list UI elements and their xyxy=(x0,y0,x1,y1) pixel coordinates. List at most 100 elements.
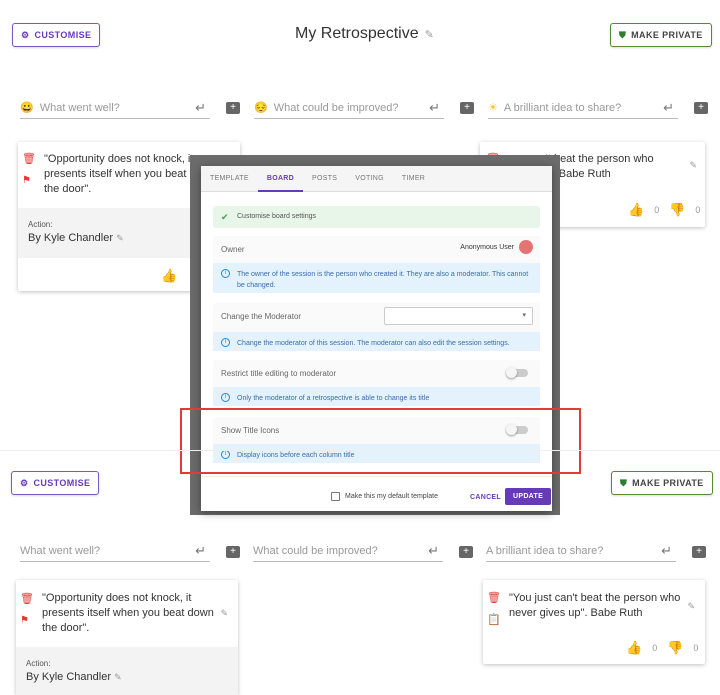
add-column-button[interactable]: + xyxy=(226,102,240,114)
column-1-placeholder: What went well? xyxy=(39,101,120,114)
enter-icon[interactable]: ↵ xyxy=(195,100,206,116)
info-icon: i xyxy=(221,269,230,278)
thumbs-down-icon[interactable]: 👎 xyxy=(669,202,685,218)
add-column-button[interactable]: + xyxy=(694,102,708,114)
restrict-toggle[interactable] xyxy=(506,367,528,378)
update-button[interactable]: UPDATE xyxy=(505,488,552,505)
action-value: By Kyle Chandler ✎ xyxy=(26,671,122,683)
enter-icon[interactable]: ↵ xyxy=(663,100,674,116)
gear-icon: ⚙ xyxy=(21,29,30,40)
card-text-line: "Opportunity does not knock, it xyxy=(42,592,192,604)
pencil-icon[interactable]: ✎ xyxy=(687,601,695,612)
tab-board[interactable]: BOARD xyxy=(257,166,304,192)
owner-section: Owner Anonymous User i The owner of the … xyxy=(213,236,540,293)
retro-title-text: My Retrospective xyxy=(295,25,419,42)
sad-icon: 😔 xyxy=(254,102,268,114)
card-text-line: presents itself when you beat down xyxy=(42,607,214,619)
vote-bar: 👍 0 👎 0 xyxy=(628,202,700,218)
tab-posts[interactable]: POSTS xyxy=(303,166,346,192)
thumbs-up-icon[interactable]: 👍 xyxy=(628,202,644,218)
check-circle-icon: ✔ xyxy=(221,212,229,222)
moderator-section: Change the Moderator i Change the modera… xyxy=(213,303,540,351)
column-1-input[interactable]: 😀 What went well? ↵ xyxy=(20,97,210,119)
sun-icon: ☀ xyxy=(488,102,498,114)
card-text-line: "You just can't beat the person who xyxy=(509,592,681,604)
downvote-count: 0 xyxy=(693,643,699,653)
smile-icon: 😀 xyxy=(20,102,34,114)
page-title[interactable]: My Retrospective ✎ xyxy=(295,25,434,43)
clipboard-icon[interactable]: 📋 xyxy=(487,613,501,626)
customise-button[interactable]: ⚙ CUSTOMISE xyxy=(11,471,100,495)
enter-icon[interactable]: ↵ xyxy=(428,543,439,559)
delete-icon[interactable]: 🗑 xyxy=(20,592,34,605)
divider xyxy=(0,450,720,451)
flag-icon[interactable]: ⚑ xyxy=(20,615,29,626)
tab-timer[interactable]: TIMER xyxy=(393,166,434,192)
column-2-placeholder: What could be improved? xyxy=(273,101,399,114)
cancel-button[interactable]: CANCEL xyxy=(470,494,501,501)
delete-icon[interactable]: 🗑 xyxy=(22,152,36,165)
column-2-placeholder: What could be improved? xyxy=(253,544,378,557)
avatar xyxy=(519,240,533,254)
tab-voting[interactable]: VOTING xyxy=(346,166,393,192)
column-3-placeholder: A brilliant idea to share? xyxy=(486,544,604,557)
enter-icon[interactable]: ↵ xyxy=(429,100,440,116)
customise-label: CUSTOMISE xyxy=(34,30,92,40)
customise-button[interactable]: ⚙ CUSTOMISE xyxy=(12,23,101,47)
make-private-button[interactable]: ⛊ MAKE PRIVATE xyxy=(611,471,713,495)
make-private-label: MAKE PRIVATE xyxy=(632,478,704,488)
card-text-line: the door". xyxy=(42,622,90,634)
column-3-placeholder: A brilliant idea to share? xyxy=(503,101,622,114)
restrict-label: Restrict title editing to moderator xyxy=(221,368,337,378)
thumbs-up-icon[interactable]: 👍 xyxy=(626,640,642,656)
banner: ✔ Customise board settings xyxy=(213,206,540,228)
enter-icon[interactable]: ↵ xyxy=(661,543,672,559)
customise-label: CUSTOMISE xyxy=(33,478,91,488)
tab-template[interactable]: TEMPLATE xyxy=(201,166,258,192)
post-card: 🗑 ⚑ "Opportunity does not knock, it pres… xyxy=(16,580,238,695)
owner-value: Anonymous User xyxy=(460,244,514,251)
make-private-label: MAKE PRIVATE xyxy=(631,30,703,40)
highlight-box xyxy=(180,408,581,474)
info-icon: i xyxy=(221,338,230,347)
action-area[interactable]: Action: By Kyle Chandler ✎ xyxy=(16,647,238,695)
column-1-placeholder: What went well? xyxy=(20,544,101,557)
add-column-button[interactable]: + xyxy=(692,546,706,558)
column-1-input[interactable]: What went well? ↵ xyxy=(20,540,210,562)
pencil-icon[interactable]: ✎ xyxy=(425,28,434,41)
gear-icon: ⚙ xyxy=(20,477,29,488)
upvote-count: 0 xyxy=(654,205,660,215)
upvote-count: 0 xyxy=(652,643,658,653)
make-private-button[interactable]: ⛊ MAKE PRIVATE xyxy=(610,23,712,47)
info-icon: i xyxy=(221,393,230,402)
dialog-tabs: TEMPLATE BOARD POSTS VOTING TIMER xyxy=(201,166,552,192)
column-3-input[interactable]: A brilliant idea to share? ↵ xyxy=(486,540,676,562)
add-column-button[interactable]: + xyxy=(459,546,473,558)
vote-bar: 👍 0 👎 0 xyxy=(626,640,698,656)
column-3-input[interactable]: ☀ A brilliant idea to share? ↵ xyxy=(488,97,678,119)
moderator-select[interactable] xyxy=(384,307,533,325)
restrict-info: i Only the moderator of a retrospective … xyxy=(213,387,540,406)
delete-icon[interactable]: 🗑 xyxy=(487,591,501,604)
default-template-label: Make this my default template xyxy=(345,493,438,500)
column-2-input[interactable]: 😔 What could be improved? ↵ xyxy=(254,97,444,119)
post-card: 🗑 📋 "You just can't beat the person who … xyxy=(483,580,705,664)
thumbs-up-icon[interactable]: 👍 xyxy=(161,268,177,284)
shield-check-icon: ⛊ xyxy=(620,477,628,488)
add-column-button[interactable]: + xyxy=(226,546,240,558)
pencil-icon[interactable]: ✎ xyxy=(220,608,228,619)
action-label: Action: xyxy=(26,659,51,668)
add-column-button[interactable]: + xyxy=(460,102,474,114)
downvote-count: 0 xyxy=(695,205,701,215)
flag-icon[interactable]: ⚑ xyxy=(22,175,31,186)
moderator-info: i Change the moderator of this session. … xyxy=(213,332,540,351)
dialog-footer: Make this my default template CANCEL UPD… xyxy=(201,476,552,511)
column-2-input[interactable]: What could be improved? ↵ xyxy=(253,540,443,562)
banner-text: Customise board settings xyxy=(237,213,316,220)
enter-icon[interactable]: ↵ xyxy=(195,543,206,559)
thumbs-down-icon[interactable]: 👎 xyxy=(667,640,683,656)
pencil-icon[interactable]: ✎ xyxy=(689,160,697,171)
owner-info: i The owner of the session is the person… xyxy=(213,263,540,293)
default-template-checkbox[interactable] xyxy=(331,492,340,501)
shield-check-icon: ⛊ xyxy=(619,29,627,40)
